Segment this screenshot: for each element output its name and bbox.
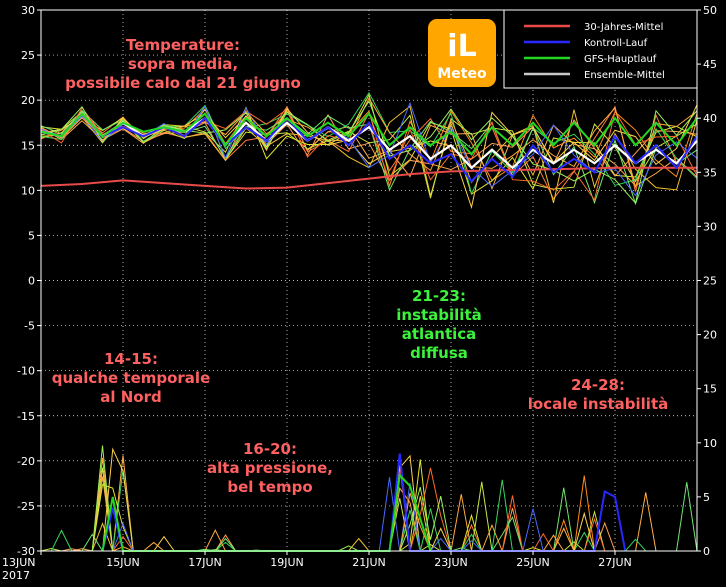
left-tick-label: -20 [17,455,35,468]
annotation-text: Temperature: [126,36,240,54]
legend-label: Ensemble-Mittel [584,70,665,81]
left-tick-label: -5 [24,320,35,333]
right-tick-label: 25 [703,275,717,288]
annotation-text: atlantica [402,325,477,343]
x-tick-label: 17JUN [188,556,222,569]
right-tick-label: 10 [703,437,717,450]
left-tick-label: 20 [21,94,35,107]
annotation-text: 14-15: [104,350,158,368]
x-tick-label: 21JUN [352,556,386,569]
legend-label: GFS-Hauptlauf [584,54,657,65]
x-tick-label: 15JUN [106,556,140,569]
annotation-text: 16-20: [243,440,297,458]
left-tick-label: 10 [21,184,35,197]
x-tick-label: 19JUN [270,556,304,569]
annotation-text: alta pressione, [207,459,333,477]
chart-svg: 302520151050-5-10-15-20-25-30 5045403530… [0,0,726,587]
annotation-text: sopra media, [128,55,238,73]
annotation-text: locale instabilità [528,395,669,413]
right-tick-label: 45 [703,58,717,71]
legend: 30-Jahres-Mittel Kontroll-Lauf GFS-Hauptla… [503,9,698,89]
left-tick-label: 30 [21,4,35,17]
annotation-text: bel tempo [227,478,312,496]
left-tick-label: -25 [17,500,35,513]
logo: iL Meteo [428,19,496,87]
legend-label: 30-Jahres-Mittel [584,22,663,33]
right-tick-label: 15 [703,383,717,396]
left-tick-label: 25 [21,49,35,62]
right-tick-label: 50 [703,4,717,17]
right-tick-label: 40 [703,112,717,125]
right-tick-label: 0 [703,545,710,558]
x-year-label: 2017 [2,569,30,582]
left-tick-label: 0 [28,275,35,288]
left-tick-label: -10 [17,365,35,378]
x-tick-label: 25JUN [516,556,550,569]
left-tick-label: 15 [21,139,35,152]
right-tick-label: 30 [703,220,717,233]
logo-text-top: iL [447,29,476,64]
right-tick-label: 5 [703,491,710,504]
x-tick-label: 23JUN [434,556,468,569]
ensemble-chart: 30 25 20 15 10 5 0 -5 -10 -15 -20 -25 -30 50 45 40 35 30… [0,0,726,587]
annotation-text: 24-28: [571,376,625,394]
annotation-text: possibile calo dal 21 giugno [65,74,301,92]
annotation-text: diffusa [410,344,468,362]
annotation-text: al Nord [100,388,161,406]
left-tick-label: 5 [28,229,35,242]
legend-label: Kontroll-Lauf [584,38,648,49]
annotation-text: qualche temporale [52,369,211,387]
right-tick-label: 35 [703,166,717,179]
left-tick-label: -15 [17,410,35,423]
logo-text-bottom: Meteo [437,66,487,82]
right-tick-label: 20 [703,329,717,342]
x-tick-label: 27JUN [598,556,632,569]
annotation-text: instabilità [396,306,482,324]
x-tick-label: 13JUN [2,556,36,569]
annotation-text: 21-23: [412,287,466,305]
